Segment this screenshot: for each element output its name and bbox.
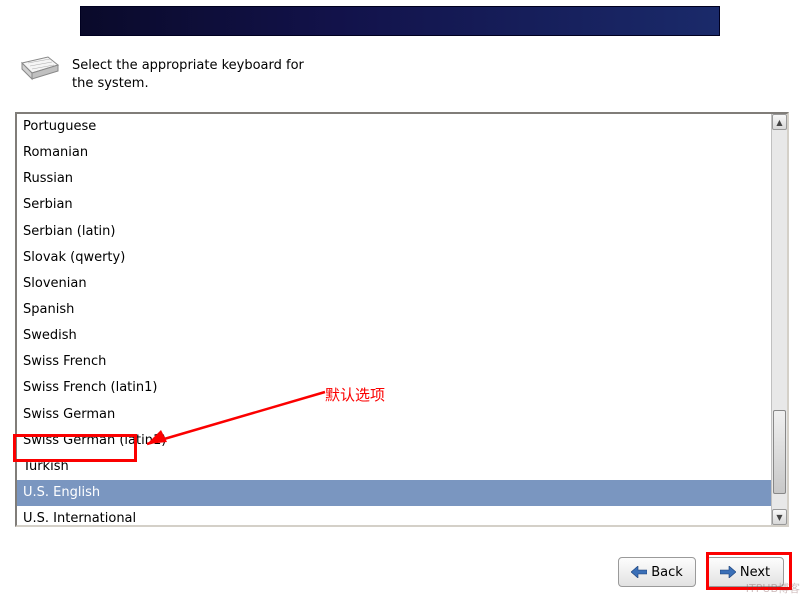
list-item[interactable]: Swiss German (latin1): [17, 428, 771, 454]
list-item[interactable]: U.S. International: [17, 506, 771, 525]
header-banner: [80, 6, 720, 36]
back-button-label: Back: [651, 565, 683, 580]
button-bar: Back Next: [618, 557, 784, 587]
instruction-text: Select the appropriate keyboard for the …: [72, 55, 304, 92]
scroll-track[interactable]: [772, 130, 787, 509]
list-item[interactable]: Serbian: [17, 192, 771, 218]
list-item[interactable]: Serbian (latin): [17, 219, 771, 245]
list-item[interactable]: Swiss French: [17, 349, 771, 375]
instruction-row: Select the appropriate keyboard for the …: [20, 55, 304, 92]
list-item[interactable]: Russian: [17, 166, 771, 192]
keyboard-listbox[interactable]: PortugueseRomanianRussianSerbianSerbian …: [15, 112, 789, 527]
list-item[interactable]: Spanish: [17, 297, 771, 323]
arrow-left-icon: [631, 566, 647, 578]
list-item[interactable]: Swiss French (latin1): [17, 375, 771, 401]
next-button-label: Next: [740, 565, 770, 580]
list-item[interactable]: Slovak (qwerty): [17, 245, 771, 271]
instruction-line-2: the system.: [72, 75, 304, 93]
list-item[interactable]: Slovenian: [17, 271, 771, 297]
scroll-up-button[interactable]: ▲: [772, 114, 787, 130]
list-item[interactable]: Turkish: [17, 454, 771, 480]
scrollbar[interactable]: ▲ ▼: [771, 114, 787, 525]
list-item[interactable]: U.S. English: [17, 480, 771, 506]
list-item[interactable]: Swiss German: [17, 402, 771, 428]
list-item[interactable]: Swedish: [17, 323, 771, 349]
list-item[interactable]: Romanian: [17, 140, 771, 166]
back-button[interactable]: Back: [618, 557, 696, 587]
arrow-right-icon: [720, 566, 736, 578]
instruction-line-1: Select the appropriate keyboard for: [72, 57, 304, 75]
next-button[interactable]: Next: [706, 557, 784, 587]
keyboard-icon: [20, 55, 60, 83]
scroll-down-button[interactable]: ▼: [772, 509, 787, 525]
scroll-thumb[interactable]: [773, 410, 786, 493]
list-item[interactable]: Portuguese: [17, 114, 771, 140]
